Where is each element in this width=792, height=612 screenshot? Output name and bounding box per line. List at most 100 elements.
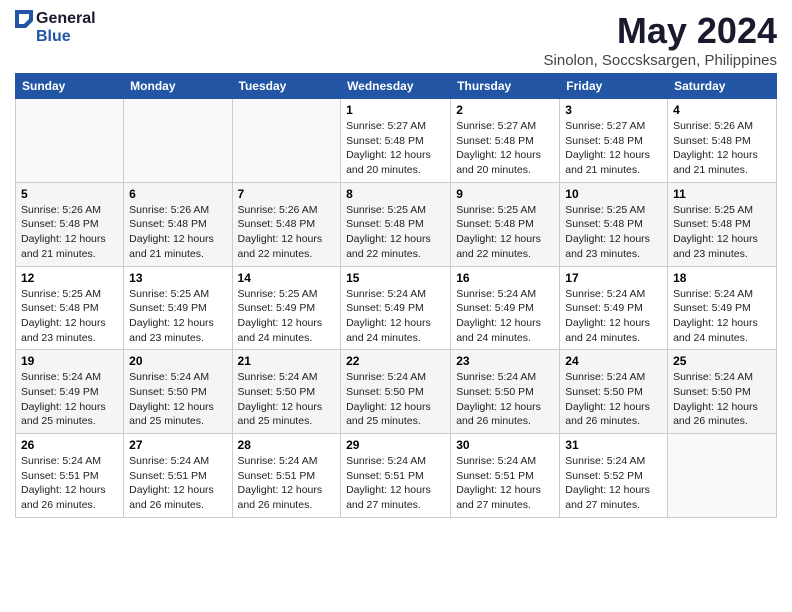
calendar-location: Sinolon, Soccsksargen, Philippines: [544, 52, 777, 69]
day-cell: 27Sunrise: 5:24 AMSunset: 5:51 PMDayligh…: [124, 434, 232, 518]
day-number: 22: [346, 354, 445, 368]
day-number: 17: [565, 271, 662, 285]
day-cell: [16, 99, 124, 183]
day-info: Sunrise: 5:24 AMSunset: 5:49 PMDaylight:…: [21, 371, 106, 427]
day-cell: 20 Sunrise: 5:24 AMSunset: 5:50 PMDayligh…: [124, 350, 232, 434]
day-number: 3: [565, 103, 662, 117]
logo: General Blue: [15, 10, 96, 46]
day-number: 19: [21, 354, 118, 368]
day-info: Sunrise: 5:25 AMSunset: 5:49 PMDaylight:…: [129, 288, 214, 344]
day-cell: [232, 99, 341, 183]
day-cell: 8 Sunrise: 5:25 AMSunset: 5:48 PMDaylight…: [341, 182, 451, 266]
day-info: Sunrise: 5:26 AMSunset: 5:48 PMDaylight:…: [238, 204, 323, 260]
day-info: Sunrise: 5:24 AMSunset: 5:49 PMDaylight:…: [456, 288, 541, 344]
day-cell: 18 Sunrise: 5:24 AMSunset: 5:49 PMDayligh…: [668, 266, 777, 350]
day-number: 1: [346, 103, 445, 117]
day-info: Sunrise: 5:24 AMSunset: 5:50 PMDaylight:…: [129, 371, 214, 427]
day-info: Sunrise: 5:27 AMSunset: 5:48 PMDaylight:…: [565, 120, 650, 176]
day-info: Sunrise: 5:24 AMSunset: 5:49 PMDaylight:…: [346, 288, 431, 344]
day-info: Sunrise: 5:24 AMSunset: 5:49 PMDaylight:…: [673, 288, 758, 344]
week-row-1: 1 Sunrise: 5:27 AMSunset: 5:48 PMDaylight…: [16, 99, 777, 183]
day-info: Sunrise: 5:24 AMSunset: 5:50 PMDaylight:…: [346, 371, 431, 427]
day-cell: 7 Sunrise: 5:26 AMSunset: 5:48 PMDaylight…: [232, 182, 341, 266]
calendar-table: Sunday Monday Tuesday Wednesday Thursday…: [15, 73, 777, 518]
day-number: 13: [129, 271, 226, 285]
day-number: 4: [673, 103, 771, 117]
week-row-2: 5 Sunrise: 5:26 AMSunset: 5:48 PMDaylight…: [16, 182, 777, 266]
day-cell: 16 Sunrise: 5:24 AMSunset: 5:49 PMDayligh…: [451, 266, 560, 350]
day-number: 26: [21, 438, 118, 452]
logo-blue: Blue: [36, 28, 71, 46]
day-cell: 14Sunrise: 5:25 AMSunset: 5:49 PMDayligh…: [232, 266, 341, 350]
day-info: Sunrise: 5:25 AMSunset: 5:48 PMDaylight:…: [21, 288, 106, 344]
day-info: Sunrise: 5:25 AMSunset: 5:48 PMDaylight:…: [346, 204, 431, 260]
day-info: Sunrise: 5:24 AMSunset: 5:51 PMDaylight:…: [21, 455, 106, 511]
day-number: 25: [673, 354, 771, 368]
title-block: May 2024 Sinolon, Soccsksargen, Philippi…: [544, 10, 777, 69]
day-cell: 31Sunrise: 5:24 AMSunset: 5:52 PMDayligh…: [560, 434, 668, 518]
day-cell: 1Sunrise: 5:27 AMSunset: 5:48 PMDaylight…: [341, 99, 451, 183]
day-cell: 23 Sunrise: 5:24 AMSunset: 5:50 PMDayligh…: [451, 350, 560, 434]
day-cell: 15 Sunrise: 5:24 AMSunset: 5:49 PMDayligh…: [341, 266, 451, 350]
week-row-4: 19 Sunrise: 5:24 AMSunset: 5:49 PMDayligh…: [16, 350, 777, 434]
logo-icon: [15, 10, 33, 28]
header-friday: Friday: [560, 74, 668, 99]
day-info: Sunrise: 5:24 AMSunset: 5:49 PMDaylight:…: [565, 288, 650, 344]
day-number: 20: [129, 354, 226, 368]
day-info: Sunrise: 5:26 AMSunset: 5:48 PMDaylight:…: [21, 204, 106, 260]
day-info: Sunrise: 5:24 AMSunset: 5:52 PMDaylight:…: [565, 455, 650, 511]
day-info: Sunrise: 5:24 AMSunset: 5:50 PMDaylight:…: [238, 371, 323, 427]
day-number: 18: [673, 271, 771, 285]
day-cell: 9Sunrise: 5:25 AMSunset: 5:48 PMDaylight…: [451, 182, 560, 266]
day-number: 5: [21, 187, 118, 201]
day-info: Sunrise: 5:25 AMSunset: 5:48 PMDaylight:…: [456, 204, 541, 260]
weekday-header-row: Sunday Monday Tuesday Wednesday Thursday…: [16, 74, 777, 99]
day-cell: [124, 99, 232, 183]
header-wednesday: Wednesday: [341, 74, 451, 99]
day-number: 11: [673, 187, 771, 201]
day-number: 24: [565, 354, 662, 368]
day-cell: 25 Sunrise: 5:24 AMSunset: 5:50 PMDayligh…: [668, 350, 777, 434]
day-cell: 28 Sunrise: 5:24 AMSunset: 5:51 PMDayligh…: [232, 434, 341, 518]
header-sunday: Sunday: [16, 74, 124, 99]
day-info: Sunrise: 5:25 AMSunset: 5:48 PMDaylight:…: [565, 204, 650, 260]
day-info: Sunrise: 5:24 AMSunset: 5:50 PMDaylight:…: [673, 371, 758, 427]
week-row-3: 12Sunrise: 5:25 AMSunset: 5:48 PMDayligh…: [16, 266, 777, 350]
day-number: 28: [238, 438, 336, 452]
day-info: Sunrise: 5:24 AMSunset: 5:51 PMDaylight:…: [238, 455, 323, 511]
day-info: Sunrise: 5:24 AMSunset: 5:50 PMDaylight:…: [456, 371, 541, 427]
day-number: 7: [238, 187, 336, 201]
header-thursday: Thursday: [451, 74, 560, 99]
page-header: General Blue May 2024 Sinolon, Soccsksar…: [15, 10, 777, 69]
logo-general: General: [36, 10, 96, 28]
day-number: 10: [565, 187, 662, 201]
day-cell: 22 Sunrise: 5:24 AMSunset: 5:50 PMDayligh…: [341, 350, 451, 434]
day-number: 15: [346, 271, 445, 285]
day-cell: 5 Sunrise: 5:26 AMSunset: 5:48 PMDaylight…: [16, 182, 124, 266]
day-cell: 6Sunrise: 5:26 AMSunset: 5:48 PMDaylight…: [124, 182, 232, 266]
calendar-title: May 2024: [544, 10, 777, 52]
day-cell: 4 Sunrise: 5:26 AMSunset: 5:48 PMDaylight…: [668, 99, 777, 183]
day-cell: 24 Sunrise: 5:24 AMSunset: 5:50 PMDayligh…: [560, 350, 668, 434]
day-number: 8: [346, 187, 445, 201]
header-monday: Monday: [124, 74, 232, 99]
day-number: 14: [238, 271, 336, 285]
day-info: Sunrise: 5:27 AMSunset: 5:48 PMDaylight:…: [456, 120, 541, 176]
day-cell: 29Sunrise: 5:24 AMSunset: 5:51 PMDayligh…: [341, 434, 451, 518]
day-info: Sunrise: 5:24 AMSunset: 5:51 PMDaylight:…: [346, 455, 431, 511]
day-number: 30: [456, 438, 554, 452]
day-cell: 13 Sunrise: 5:25 AMSunset: 5:49 PMDayligh…: [124, 266, 232, 350]
day-info: Sunrise: 5:24 AMSunset: 5:50 PMDaylight:…: [565, 371, 650, 427]
page-container: General Blue May 2024 Sinolon, Soccsksar…: [15, 10, 777, 518]
day-cell: 2Sunrise: 5:27 AMSunset: 5:48 PMDaylight…: [451, 99, 560, 183]
day-info: Sunrise: 5:26 AMSunset: 5:48 PMDaylight:…: [673, 120, 758, 176]
day-cell: 26 Sunrise: 5:24 AMSunset: 5:51 PMDayligh…: [16, 434, 124, 518]
day-number: 16: [456, 271, 554, 285]
header-saturday: Saturday: [668, 74, 777, 99]
week-row-5: 26 Sunrise: 5:24 AMSunset: 5:51 PMDayligh…: [16, 434, 777, 518]
day-number: 23: [456, 354, 554, 368]
day-number: 21: [238, 354, 336, 368]
day-number: 6: [129, 187, 226, 201]
day-cell: [668, 434, 777, 518]
day-info: Sunrise: 5:24 AMSunset: 5:51 PMDaylight:…: [456, 455, 541, 511]
